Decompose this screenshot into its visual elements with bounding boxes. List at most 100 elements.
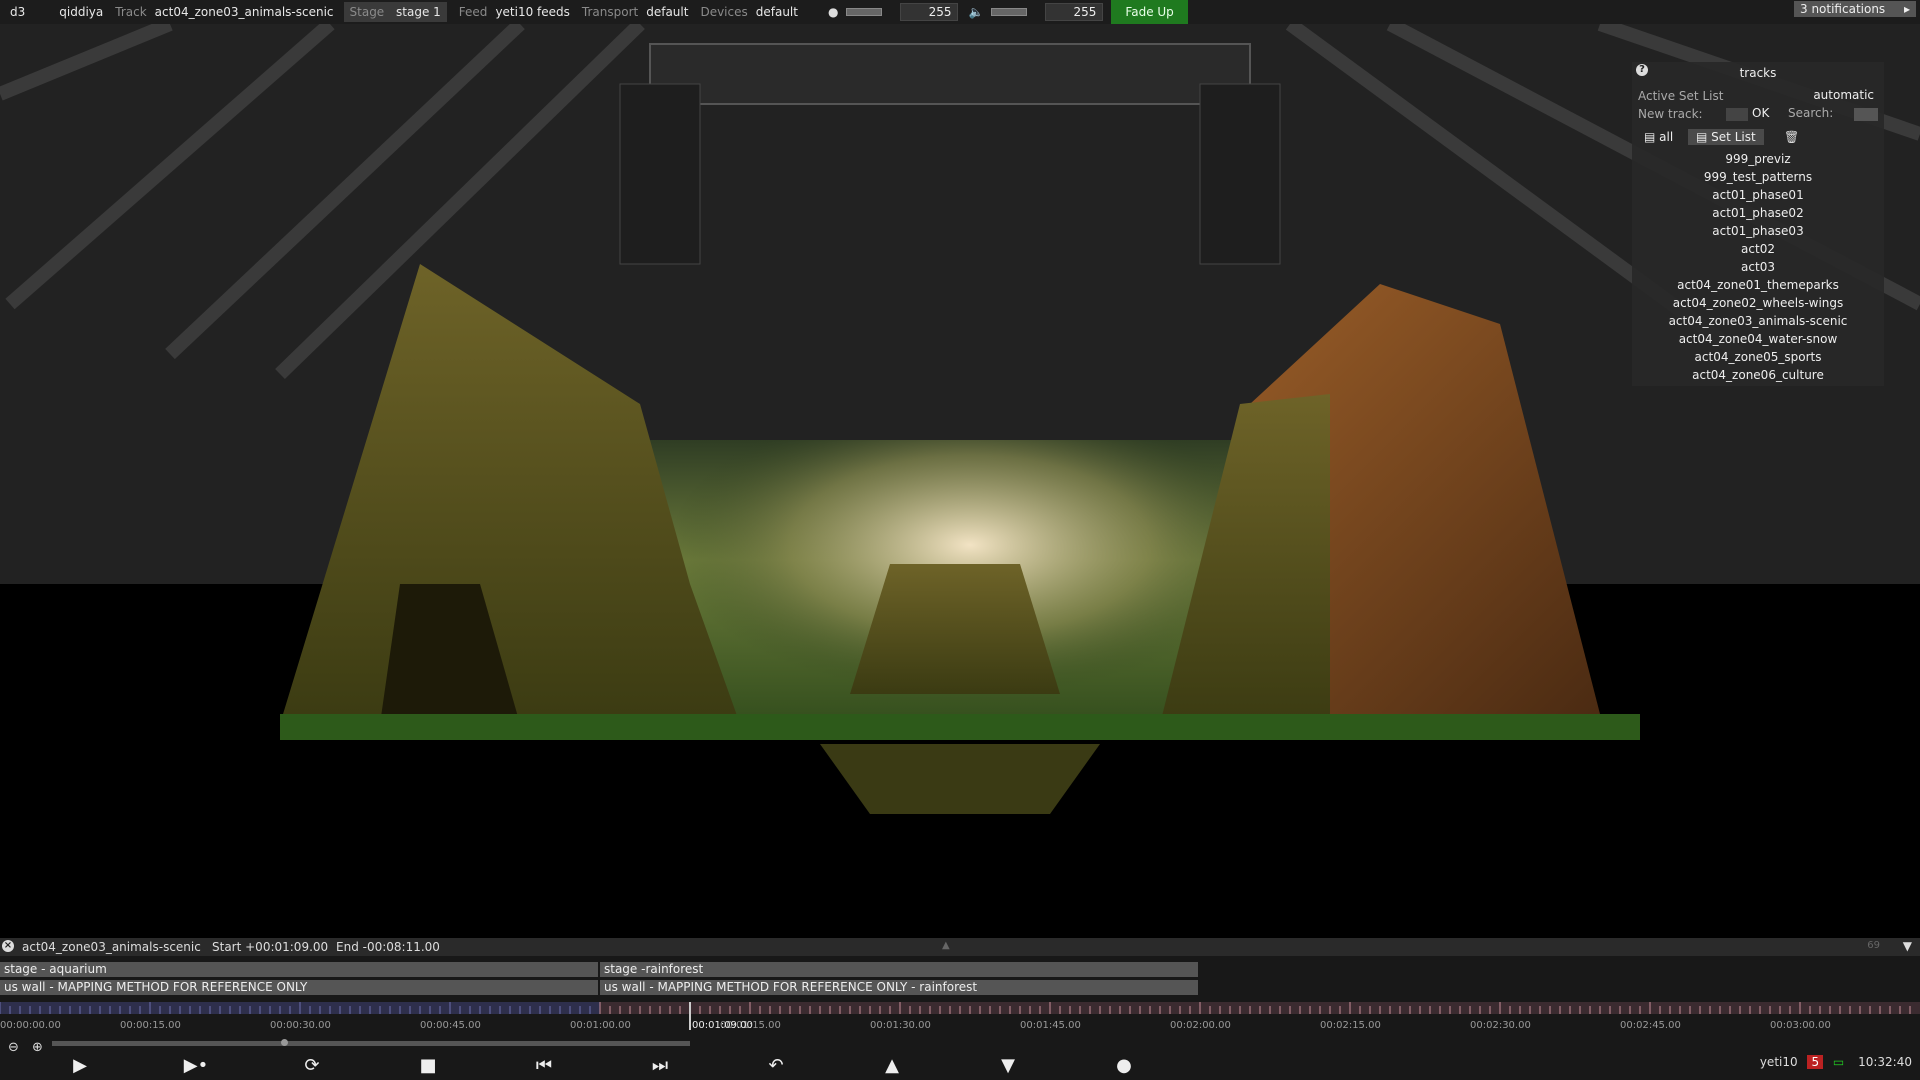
track-list-item[interactable]: act04_zone02_wheels-wings — [1632, 294, 1884, 312]
transport-selector[interactable]: default — [646, 5, 688, 19]
record-button[interactable]: ● — [1108, 1056, 1140, 1076]
timeline-panel: × act04_zone03_animals-scenic Start +00:… — [0, 938, 1920, 1080]
active-set-mode[interactable]: automatic — [1813, 88, 1874, 102]
track-list-item[interactable]: act03 — [1632, 258, 1884, 276]
track-list-item[interactable]: act02 — [1632, 240, 1884, 258]
tracks-panel: ? tracks Active Set List automatic New t… — [1632, 62, 1884, 386]
loop-icon: ⟳ — [304, 1055, 320, 1076]
new-track-label: New track: — [1638, 107, 1703, 121]
layer-bar-stage-aquarium[interactable]: stage - aquarium — [0, 962, 598, 977]
timeline-start: Start +00:01:09.00 — [212, 940, 329, 954]
filter-setlist-button[interactable]: ▤ Set List — [1688, 129, 1764, 145]
ruler-label: 00:03:00.00 — [1770, 1020, 1831, 1031]
brightness-value-field[interactable]: 255 — [900, 3, 959, 21]
up-icon: ▲ — [885, 1055, 899, 1076]
devices-selector[interactable]: default — [756, 5, 798, 19]
layer-bar-uswall-mapping-rainforest[interactable]: us wall - MAPPING METHOD FOR REFERENCE O… — [600, 980, 1198, 995]
zoom-slider-handle[interactable] — [281, 1039, 288, 1046]
clock: 10:32:40 — [1858, 1055, 1912, 1069]
up-button[interactable]: ▲ — [876, 1056, 908, 1076]
layer-label: stage - aquarium — [4, 962, 107, 976]
layer-label: stage -rainforest — [604, 962, 704, 976]
speaker-left — [619, 83, 701, 265]
track-selector[interactable]: act04_zone03_animals-scenic — [155, 5, 334, 19]
stop-icon: ■ — [419, 1055, 437, 1076]
play-icon: ▶ — [73, 1055, 87, 1076]
new-track-input[interactable] — [1726, 108, 1748, 121]
collapse-icon[interactable]: ▲ — [942, 940, 950, 951]
track-list-item[interactable]: act04_zone04_water-snow — [1632, 330, 1884, 348]
project-name[interactable]: qiddiya — [59, 5, 103, 19]
close-icon[interactable]: × — [2, 940, 14, 952]
speaker-icon: 🔈 — [968, 5, 984, 19]
top-bar: d3 qiddiya Track act04_zone03_animals-sc… — [0, 0, 1920, 24]
filter-setlist-label: Set List — [1711, 130, 1756, 144]
previous-button[interactable]: ⏮ — [528, 1056, 560, 1076]
loop-button[interactable]: ⟳ — [296, 1056, 328, 1076]
down-icon: ▼ — [1001, 1055, 1015, 1076]
notifications-button[interactable]: 3 notifications ▸ — [1794, 1, 1916, 17]
timeline-track-name: act04_zone03_animals-scenic — [22, 940, 201, 954]
skip-back-icon: ⏮ — [535, 1055, 553, 1076]
track-list-item[interactable]: act01_phase03 — [1632, 222, 1884, 240]
ruler-label: 00:02:45.00 — [1620, 1020, 1681, 1031]
volume-value-field[interactable]: 255 — [1045, 3, 1104, 21]
feed-selector[interactable]: yeti10 feeds — [495, 5, 569, 19]
timeline-ruler[interactable]: 00:00:00.00 00:00:15.00 00:00:30.00 00:00:4… — [0, 1002, 1920, 1032]
stage-selector[interactable]: Stage stage 1 — [343, 2, 447, 22]
timeline-header: × act04_zone03_animals-scenic Start +00:… — [0, 938, 1920, 956]
zoom-out-icon[interactable]: ⊖ — [8, 1040, 19, 1055]
fade-up-button[interactable]: Fade Up — [1111, 0, 1188, 24]
stop-button[interactable]: ■ — [412, 1056, 444, 1076]
speaker-right — [1199, 83, 1281, 265]
play-button[interactable]: ▶ — [64, 1056, 96, 1076]
active-set-label: Active Set List — [1638, 89, 1724, 103]
layer-bar-uswall-mapping[interactable]: us wall - MAPPING METHOD FOR REFERENCE O… — [0, 980, 598, 995]
track-list-item[interactable]: act04_zone06_culture — [1632, 366, 1884, 384]
zoom-slider[interactable] — [52, 1041, 690, 1046]
down-button[interactable]: ▼ — [992, 1056, 1024, 1076]
ruler-label: 00:02:30.00 — [1470, 1020, 1531, 1031]
layer-label: us wall - MAPPING METHOD FOR REFERENCE O… — [4, 980, 308, 994]
trash-icon[interactable]: 🗑 — [1784, 130, 1799, 144]
record-icon: ● — [1116, 1055, 1132, 1076]
ruler-label: 00:00:45.00 — [420, 1020, 481, 1031]
track-list-item[interactable]: 999_test_patterns — [1632, 168, 1884, 186]
play-to-end-button[interactable]: ▶• — [180, 1056, 212, 1076]
stage-viewport[interactable]: ? tracks Active Set List automatic New t… — [0, 24, 1920, 938]
ruler-label: 00:00:30.00 — [270, 1020, 331, 1031]
layer-bar-stage-rainforest[interactable]: stage -rainforest — [600, 962, 1198, 977]
ruler-label: 00:01:45.00 — [1020, 1020, 1081, 1031]
timeline-counter: 69 — [1867, 940, 1880, 951]
search-input[interactable] — [1854, 108, 1878, 121]
ok-button[interactable]: OK — [1752, 106, 1769, 120]
stage-label: Stage — [349, 5, 385, 19]
track-list-item[interactable]: act04_zone03_animals-scenic — [1632, 312, 1884, 330]
playhead-label: 00:01:09.00 — [692, 1020, 753, 1031]
alert-badge[interactable]: 5 — [1807, 1055, 1824, 1069]
layer-label: us wall - MAPPING METHOD FOR REFERENCE O… — [604, 980, 978, 994]
track-list-item[interactable]: act01_phase01 — [1632, 186, 1884, 204]
truss-top — [649, 43, 1251, 105]
devices-label: Devices — [700, 5, 748, 19]
brightness-icon: ● — [827, 5, 839, 19]
chevron-down-icon[interactable]: ▼ — [1903, 939, 1912, 953]
filter-all-button[interactable]: ▤ all — [1644, 130, 1673, 144]
track-label: Track — [115, 5, 147, 19]
skip-forward-icon: ⏭ — [651, 1055, 669, 1076]
return-icon: ↶ — [768, 1055, 784, 1076]
filter-all-label: all — [1659, 130, 1674, 144]
track-list-item[interactable]: act01_phase02 — [1632, 204, 1884, 222]
track-list-item[interactable]: act04_zone05_sports — [1632, 348, 1884, 366]
volume-slider[interactable] — [991, 8, 1028, 16]
list-icon: ▤ — [1696, 130, 1708, 144]
ruler-label: 00:00:00.00 — [0, 1020, 61, 1031]
zoom-in-icon[interactable]: ⊕ — [32, 1040, 43, 1055]
list-icon: ▤ — [1644, 130, 1656, 144]
return-button[interactable]: ↶ — [760, 1056, 792, 1076]
track-list-item[interactable]: 999_previz — [1632, 150, 1884, 168]
ruler-label: 00:00:15.00 — [120, 1020, 181, 1031]
next-button[interactable]: ⏭ — [644, 1056, 676, 1076]
brightness-slider[interactable] — [846, 8, 883, 16]
track-list-item[interactable]: act04_zone01_themeparks — [1632, 276, 1884, 294]
